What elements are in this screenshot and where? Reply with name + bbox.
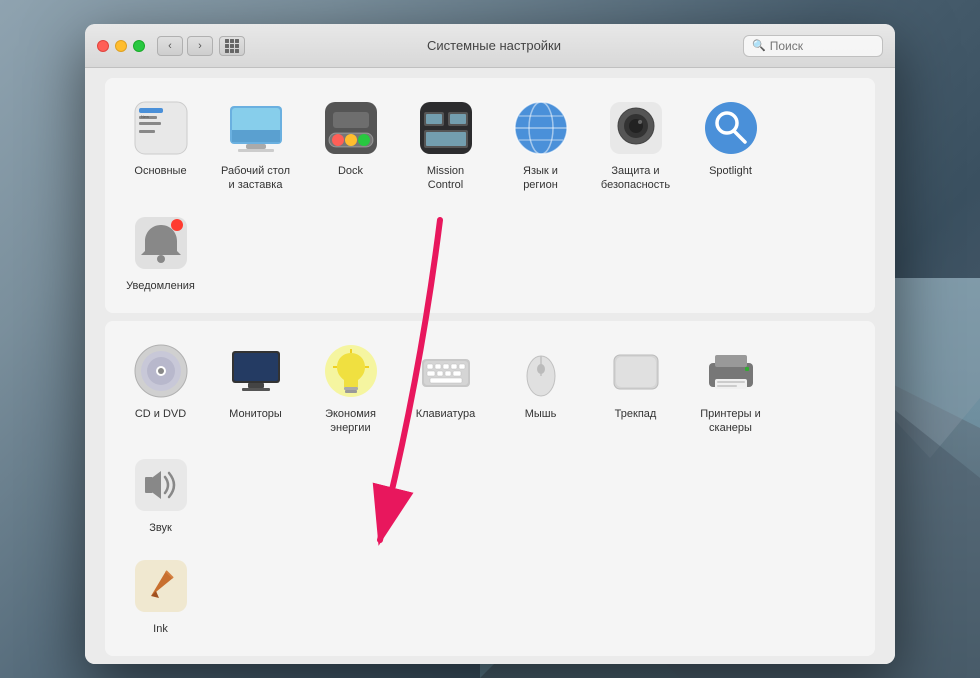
general-icon: File New (131, 98, 191, 158)
close-button[interactable] (97, 40, 109, 52)
section-personal: File New Основные (105, 78, 875, 313)
dock-icon (321, 98, 381, 158)
app-item-general[interactable]: File New Основные (113, 88, 208, 203)
app-item-ink[interactable]: Ink (113, 546, 208, 646)
ink-row: Ink (113, 546, 867, 646)
app-item-energy[interactable]: Экономияэнергии (303, 331, 398, 446)
nav-buttons: ‹ › (157, 36, 213, 56)
system-preferences-window: ‹ › Системные настройки 🔍 (85, 24, 895, 664)
dock-label: Dock (338, 164, 363, 178)
keyboard-icon (416, 341, 476, 401)
app-item-notifications[interactable]: Уведомления (113, 203, 208, 303)
minimize-button[interactable] (115, 40, 127, 52)
app-item-keyboard[interactable]: Клавиатура (398, 331, 493, 446)
search-input[interactable] (770, 39, 874, 53)
titlebar: ‹ › Системные настройки 🔍 (85, 24, 895, 68)
spotlight-label: Spotlight (709, 164, 752, 178)
printers-label: Принтеры исканеры (700, 407, 761, 436)
monitors-icon (226, 341, 286, 401)
trackpad-icon (606, 341, 666, 401)
energy-label: Экономияэнергии (325, 407, 376, 436)
back-button[interactable]: ‹ (157, 36, 183, 56)
app-item-monitors[interactable]: Мониторы (208, 331, 303, 446)
section-hardware: CD и DVD Мониторы (105, 321, 875, 656)
search-box[interactable]: 🔍 (743, 35, 883, 57)
energy-icon (321, 341, 381, 401)
hardware-icons-grid: CD и DVD Мониторы (113, 331, 867, 546)
app-item-printers[interactable]: Принтеры исканеры (683, 331, 778, 446)
app-item-desktop[interactable]: Рабочий столи заставка (208, 88, 303, 203)
monitors-label: Мониторы (229, 407, 282, 421)
app-item-mission[interactable]: MissionControl (398, 88, 493, 203)
preferences-content: File New Основные (85, 68, 895, 664)
app-item-dock[interactable]: Dock (303, 88, 398, 203)
notifications-icon (131, 213, 191, 273)
security-label: Защита ибезопасность (601, 164, 670, 193)
app-item-mouse[interactable]: Мышь (493, 331, 588, 446)
cd-icon (131, 341, 191, 401)
svg-text:New: New (141, 114, 149, 119)
ink-label: Ink (153, 622, 168, 636)
keyboard-label: Клавиатура (416, 407, 476, 421)
desktop-label: Рабочий столи заставка (221, 164, 290, 193)
mouse-label: Мышь (525, 407, 557, 421)
app-item-cd[interactable]: CD и DVD (113, 331, 208, 446)
maximize-button[interactable] (133, 40, 145, 52)
printers-icon (701, 341, 761, 401)
language-icon (511, 98, 571, 158)
window-title: Системные настройки (245, 38, 743, 53)
personal-icons-grid: File New Основные (113, 88, 867, 303)
trackpad-label: Трекпад (615, 407, 657, 421)
general-label: Основные (134, 164, 186, 178)
search-icon: 🔍 (752, 39, 766, 52)
app-item-sound[interactable]: Звук (113, 445, 208, 545)
grid-icon (225, 39, 239, 53)
mission-label: MissionControl (427, 164, 464, 193)
forward-button[interactable]: › (187, 36, 213, 56)
app-item-trackpad[interactable]: Трекпад (588, 331, 683, 446)
notifications-label: Уведомления (126, 279, 195, 293)
mouse-icon (511, 341, 571, 401)
spotlight-icon (701, 98, 761, 158)
app-item-spotlight[interactable]: Spotlight (683, 88, 778, 203)
mission-icon (416, 98, 476, 158)
sound-label: Звук (149, 521, 172, 535)
sound-icon (131, 455, 191, 515)
cd-label: CD и DVD (135, 407, 186, 421)
traffic-lights (97, 40, 145, 52)
security-icon (606, 98, 666, 158)
app-item-security[interactable]: Защита ибезопасность (588, 88, 683, 203)
desktop-icon (226, 98, 286, 158)
grid-view-button[interactable] (219, 36, 245, 56)
app-item-language[interactable]: Язык ирегион (493, 88, 588, 203)
ink-icon (131, 556, 191, 616)
language-label: Язык ирегион (523, 164, 558, 193)
